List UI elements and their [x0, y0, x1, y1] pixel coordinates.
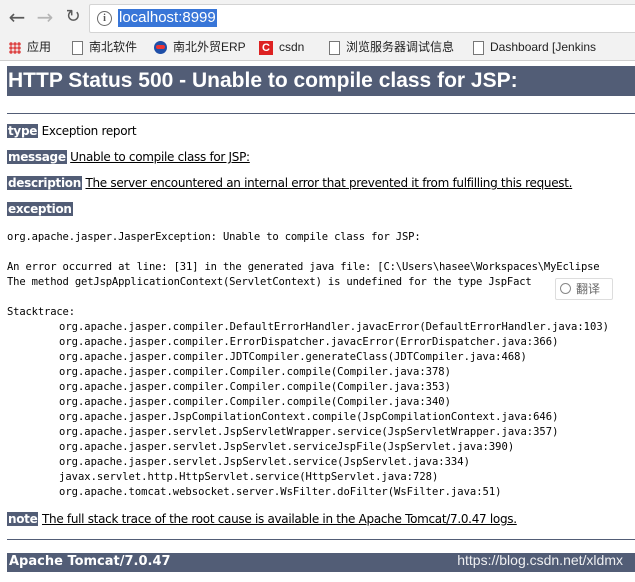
- stacktrace-line: org.apache.jasper.compiler.ErrorDispatch…: [59, 336, 559, 348]
- divider: [7, 539, 635, 540]
- stacktrace-line: org.apache.jasper.JspCompilationContext.…: [59, 411, 559, 423]
- bookmark-nanbei-software[interactable]: 南北软件: [72, 39, 137, 56]
- back-arrow-icon[interactable]: ←: [5, 5, 29, 29]
- document-icon: [72, 40, 83, 55]
- document-icon: [473, 40, 484, 55]
- message-row: message Unable to compile class for JSP:: [7, 150, 250, 164]
- address-bar[interactable]: i localhost:8999: [89, 4, 635, 33]
- error-line-2: The method getJspApplicationContext(Serv…: [7, 276, 532, 288]
- document-icon: [329, 40, 340, 55]
- bookmark-server-debug[interactable]: 浏览服务器调试信息: [329, 39, 454, 56]
- message-label: message: [7, 150, 67, 164]
- bookmark-nanbei-erp[interactable]: 南北外贸ERP: [154, 39, 246, 56]
- csdn-icon: C: [259, 40, 273, 55]
- page-title: HTTP Status 500 - Unable to compile clas…: [7, 66, 635, 96]
- bookmark-jenkins[interactable]: Dashboard [Jenkins: [473, 39, 596, 56]
- exception-message: org.apache.jasper.JasperException: Unabl…: [7, 231, 421, 243]
- error-line-1: An error occurred at line: [31] in the g…: [7, 261, 600, 273]
- bookmark-apps[interactable]: 应用: [9, 39, 51, 56]
- description-value: The server encountered an internal error…: [85, 176, 573, 190]
- nanbei-logo-icon: [154, 41, 167, 55]
- error-page: HTTP Status 500 - Unable to compile clas…: [7, 66, 635, 540]
- type-label: type: [7, 124, 39, 138]
- stacktrace-line: org.apache.jasper.servlet.JspServlet.ser…: [59, 441, 515, 453]
- watermark: https://blog.csdn.net/xldmx: [457, 552, 623, 568]
- exception-row: exception: [7, 202, 73, 216]
- type-row: type Exception report: [7, 124, 137, 138]
- description-row: description The server encountered an in…: [7, 176, 572, 190]
- stacktrace-line: org.apache.jasper.servlet.JspServlet.ser…: [59, 456, 470, 468]
- translate-button[interactable]: 翻译: [555, 278, 613, 300]
- browser-toolbar: ← → ↻ i localhost:8999: [0, 0, 635, 35]
- reload-icon[interactable]: ↻: [61, 5, 85, 29]
- message-value: Unable to compile class for JSP:: [70, 150, 250, 164]
- info-icon[interactable]: i: [97, 11, 112, 26]
- divider: [7, 113, 635, 114]
- forward-arrow-icon[interactable]: →: [33, 5, 57, 29]
- note-row: note The full stack trace of the root ca…: [7, 512, 517, 526]
- server-footer: Apache Tomcat/7.0.47 https://blog.csdn.n…: [7, 552, 635, 572]
- stacktrace-line: org.apache.jasper.compiler.JDTCompiler.g…: [59, 351, 527, 363]
- note-value: The full stack trace of the root cause i…: [41, 512, 517, 526]
- stacktrace-line: javax.servlet.http.HttpServlet.service(H…: [59, 471, 439, 483]
- bookmarks-bar: 应用 南北软件 南北外贸ERP Ccsdn 浏览服务器调试信息 Dashboar…: [0, 35, 635, 61]
- type-value: Exception report: [41, 124, 137, 138]
- apps-icon: [9, 41, 21, 54]
- note-label: note: [7, 512, 39, 526]
- description-label: description: [7, 176, 82, 190]
- url-text[interactable]: localhost:8999: [118, 9, 217, 27]
- stacktrace-line: org.apache.tomcat.websocket.server.WsFil…: [59, 486, 502, 498]
- translate-search-icon: [560, 283, 571, 294]
- bookmark-csdn[interactable]: Ccsdn: [259, 39, 304, 56]
- stacktrace-line: org.apache.jasper.compiler.Compiler.comp…: [59, 381, 451, 393]
- stacktrace-line: org.apache.jasper.servlet.JspServletWrap…: [59, 426, 559, 438]
- stacktrace-line: org.apache.jasper.compiler.Compiler.comp…: [59, 366, 451, 378]
- stacktrace-line: org.apache.jasper.compiler.DefaultErrorH…: [59, 321, 609, 333]
- exception-label: exception: [7, 202, 73, 216]
- stacktrace-line: org.apache.jasper.compiler.Compiler.comp…: [59, 396, 451, 408]
- stacktrace-label: Stacktrace:: [7, 306, 75, 318]
- server-version: Apache Tomcat/7.0.47: [9, 554, 171, 569]
